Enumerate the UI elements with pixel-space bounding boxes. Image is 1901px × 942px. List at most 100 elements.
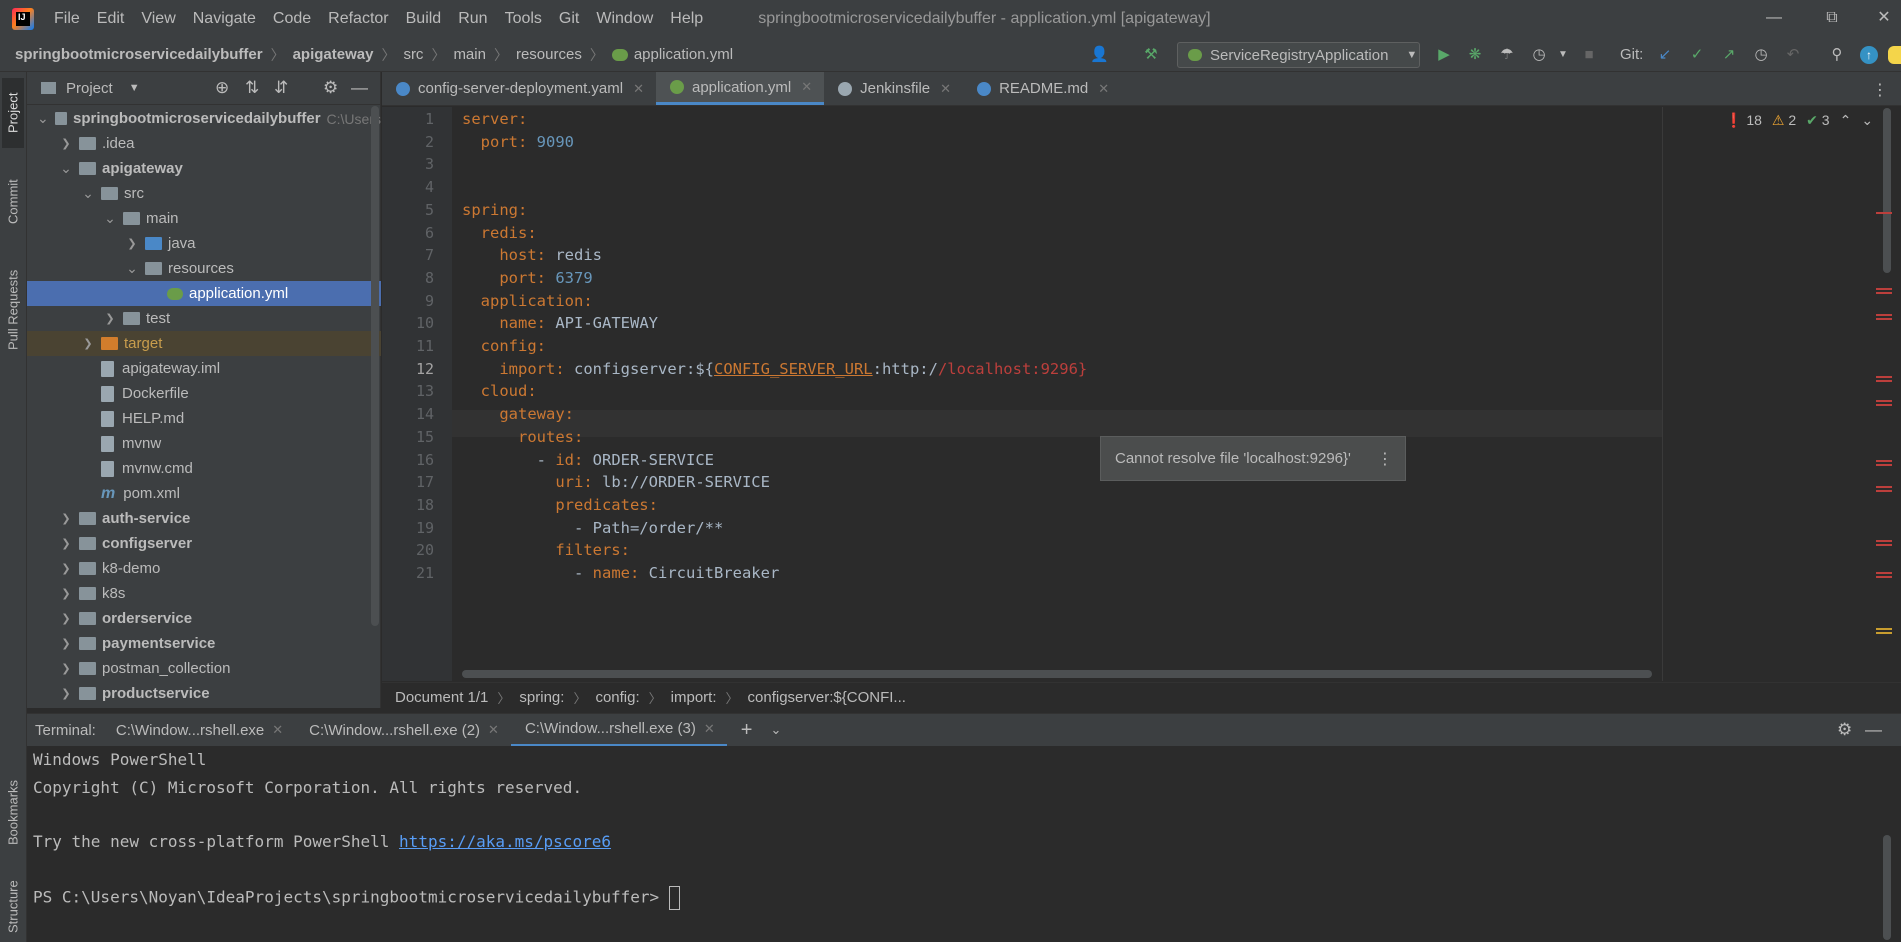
menu-view[interactable]: View: [141, 10, 175, 28]
terminal-scrollbar[interactable]: [1883, 835, 1891, 940]
chevron-down-icon[interactable]: ⌄: [770, 722, 781, 738]
git-push-icon[interactable]: ↗: [1720, 46, 1738, 64]
tree-item[interactable]: ❯ orderservice: [27, 606, 381, 631]
plus-icon[interactable]: +: [741, 719, 753, 742]
close-tab-icon[interactable]: ✕: [272, 722, 283, 738]
commit-tool-tab[interactable]: Commit: [2, 167, 24, 237]
chevron-right-icon[interactable]: ❯: [59, 562, 73, 575]
tree-item[interactable]: mvnw: [27, 431, 381, 456]
ok-count[interactable]: ✔ 3: [1806, 112, 1829, 129]
tree-item[interactable]: ❯ k8-demo: [27, 556, 381, 581]
menu-navigate[interactable]: Navigate: [193, 10, 256, 28]
git-commit-icon[interactable]: ✓: [1688, 46, 1706, 64]
chevron-down-icon[interactable]: ⌄: [103, 210, 117, 227]
build-hammer-icon[interactable]: ⚒: [1142, 46, 1160, 64]
chevron-right-icon[interactable]: ❯: [59, 512, 73, 525]
editor-breadcrumb-item[interactable]: import:: [671, 689, 717, 706]
chevron-right-icon[interactable]: ❯: [59, 137, 73, 150]
menu-git[interactable]: Git: [559, 10, 579, 28]
history-icon[interactable]: ◷: [1752, 46, 1770, 64]
menu-help[interactable]: Help: [670, 10, 703, 28]
error-marker[interactable]: [1876, 544, 1892, 546]
error-marker[interactable]: [1876, 540, 1892, 542]
editor-vertical-scrollbar[interactable]: [1883, 108, 1891, 273]
gear-icon[interactable]: ⚙: [1837, 720, 1852, 740]
menu-file[interactable]: File: [54, 10, 80, 28]
more-vertical-icon[interactable]: ⋮: [1377, 449, 1393, 469]
profile-icon[interactable]: ◷: [1530, 46, 1548, 64]
run-icon[interactable]: ▶: [1435, 46, 1453, 64]
error-marker[interactable]: [1876, 460, 1892, 462]
chevron-right-icon[interactable]: ❯: [59, 637, 73, 650]
terminal-tab[interactable]: C:\Window...rshell.exe ✕: [102, 714, 295, 747]
stop-icon[interactable]: ■: [1580, 46, 1598, 64]
editor-breadcrumb-item[interactable]: config:: [595, 689, 639, 706]
editor-breadcrumb-item[interactable]: configserver:${CONFI...: [748, 689, 906, 706]
menu-window[interactable]: Window: [596, 10, 653, 28]
breadcrumb-src[interactable]: src: [403, 46, 423, 63]
close-tab-icon[interactable]: ✕: [488, 722, 499, 738]
structure-tool-tab[interactable]: Structure: [2, 872, 24, 942]
error-marker[interactable]: [1876, 212, 1892, 214]
run-configuration-select[interactable]: ServiceRegistryApplication ▼: [1177, 42, 1420, 68]
tree-item[interactable]: ⌄ apigateway: [27, 156, 381, 181]
terminal-output[interactable]: Windows PowerShell Copyright (C) Microso…: [27, 746, 1901, 942]
chevron-right-icon[interactable]: ❯: [59, 587, 73, 600]
breadcrumb-project[interactable]: springbootmicroservicedailybuffer: [15, 46, 263, 63]
editor-tab[interactable]: README.md ✕: [963, 72, 1121, 105]
tree-item[interactable]: ❯ postman_collection: [27, 656, 381, 681]
tree-item[interactable]: ⌄ springbootmicroservicedailybuffer C:\Use…: [27, 106, 381, 131]
chevron-down-icon[interactable]: ⌄: [81, 185, 95, 202]
error-marker[interactable]: [1876, 400, 1892, 402]
error-marker[interactable]: [1876, 318, 1892, 320]
menu-code[interactable]: Code: [273, 10, 311, 28]
update-icon[interactable]: ↑: [1860, 46, 1878, 64]
coverage-icon[interactable]: ☂: [1498, 46, 1516, 64]
error-marker[interactable]: [1876, 486, 1892, 488]
plugin-icon[interactable]: [1888, 46, 1901, 64]
chevron-up-icon[interactable]: ⌃: [1840, 112, 1852, 129]
restore-icon[interactable]: ⧉: [1820, 6, 1844, 30]
breadcrumb-file[interactable]: application.yml: [634, 46, 733, 63]
close-tab-icon[interactable]: ✕: [1098, 81, 1109, 97]
error-marker[interactable]: [1876, 292, 1892, 294]
close-window-icon[interactable]: ✕: [1872, 6, 1896, 30]
chevron-right-icon[interactable]: ❯: [103, 312, 117, 325]
tree-item[interactable]: ❯ k8s: [27, 581, 381, 606]
project-view-select[interactable]: Project: [66, 80, 113, 97]
close-tab-icon[interactable]: ✕: [801, 79, 812, 95]
tree-item[interactable]: ❯ configserver: [27, 531, 381, 556]
git-update-icon[interactable]: ↙: [1656, 46, 1674, 64]
tree-item[interactable]: ❯ test: [27, 306, 381, 331]
expand-all-icon[interactable]: ⇅: [245, 78, 259, 98]
terminal-tab[interactable]: C:\Window...rshell.exe (3) ✕: [510, 714, 727, 747]
tree-item[interactable]: ⌄ src: [27, 181, 381, 206]
chevron-down-icon[interactable]: ⌄: [59, 160, 73, 177]
chevron-right-icon[interactable]: ❯: [81, 337, 95, 350]
menu-refactor[interactable]: Refactor: [328, 10, 388, 28]
tree-scrollbar[interactable]: [371, 106, 379, 626]
editor-tab[interactable]: application.yml ✕: [655, 72, 825, 105]
pull-requests-tool-tab[interactable]: Pull Requests: [2, 257, 24, 362]
tree-item[interactable]: apigateway.iml: [27, 356, 381, 381]
error-marker[interactable]: [1876, 490, 1892, 492]
error-marker[interactable]: [1876, 464, 1892, 466]
error-marker[interactable]: [1876, 576, 1892, 578]
rollback-icon[interactable]: ↶: [1784, 46, 1802, 64]
error-marker[interactable]: [1876, 380, 1892, 382]
tree-item[interactable]: ⌄ resources: [27, 256, 381, 281]
editor-tab[interactable]: config-server-deployment.yaml ✕: [382, 72, 656, 105]
chevron-right-icon[interactable]: ❯: [59, 662, 73, 675]
chevron-down-icon[interactable]: ▼: [1554, 46, 1572, 64]
error-marker[interactable]: [1876, 572, 1892, 574]
hide-panel-icon[interactable]: —: [351, 78, 368, 98]
editor-breadcrumb-item[interactable]: Document 1/1: [395, 689, 488, 706]
bookmarks-tool-tab[interactable]: Bookmarks: [2, 772, 24, 852]
error-count[interactable]: ❗ 18: [1725, 112, 1762, 129]
project-tool-tab[interactable]: Project: [2, 78, 24, 148]
breadcrumb-main[interactable]: main: [453, 46, 486, 63]
chevron-right-icon[interactable]: ❯: [59, 687, 73, 700]
close-tab-icon[interactable]: ✕: [633, 81, 644, 97]
tree-item[interactable]: ❯ auth-service: [27, 506, 381, 531]
breadcrumb-module[interactable]: apigateway: [293, 46, 374, 63]
